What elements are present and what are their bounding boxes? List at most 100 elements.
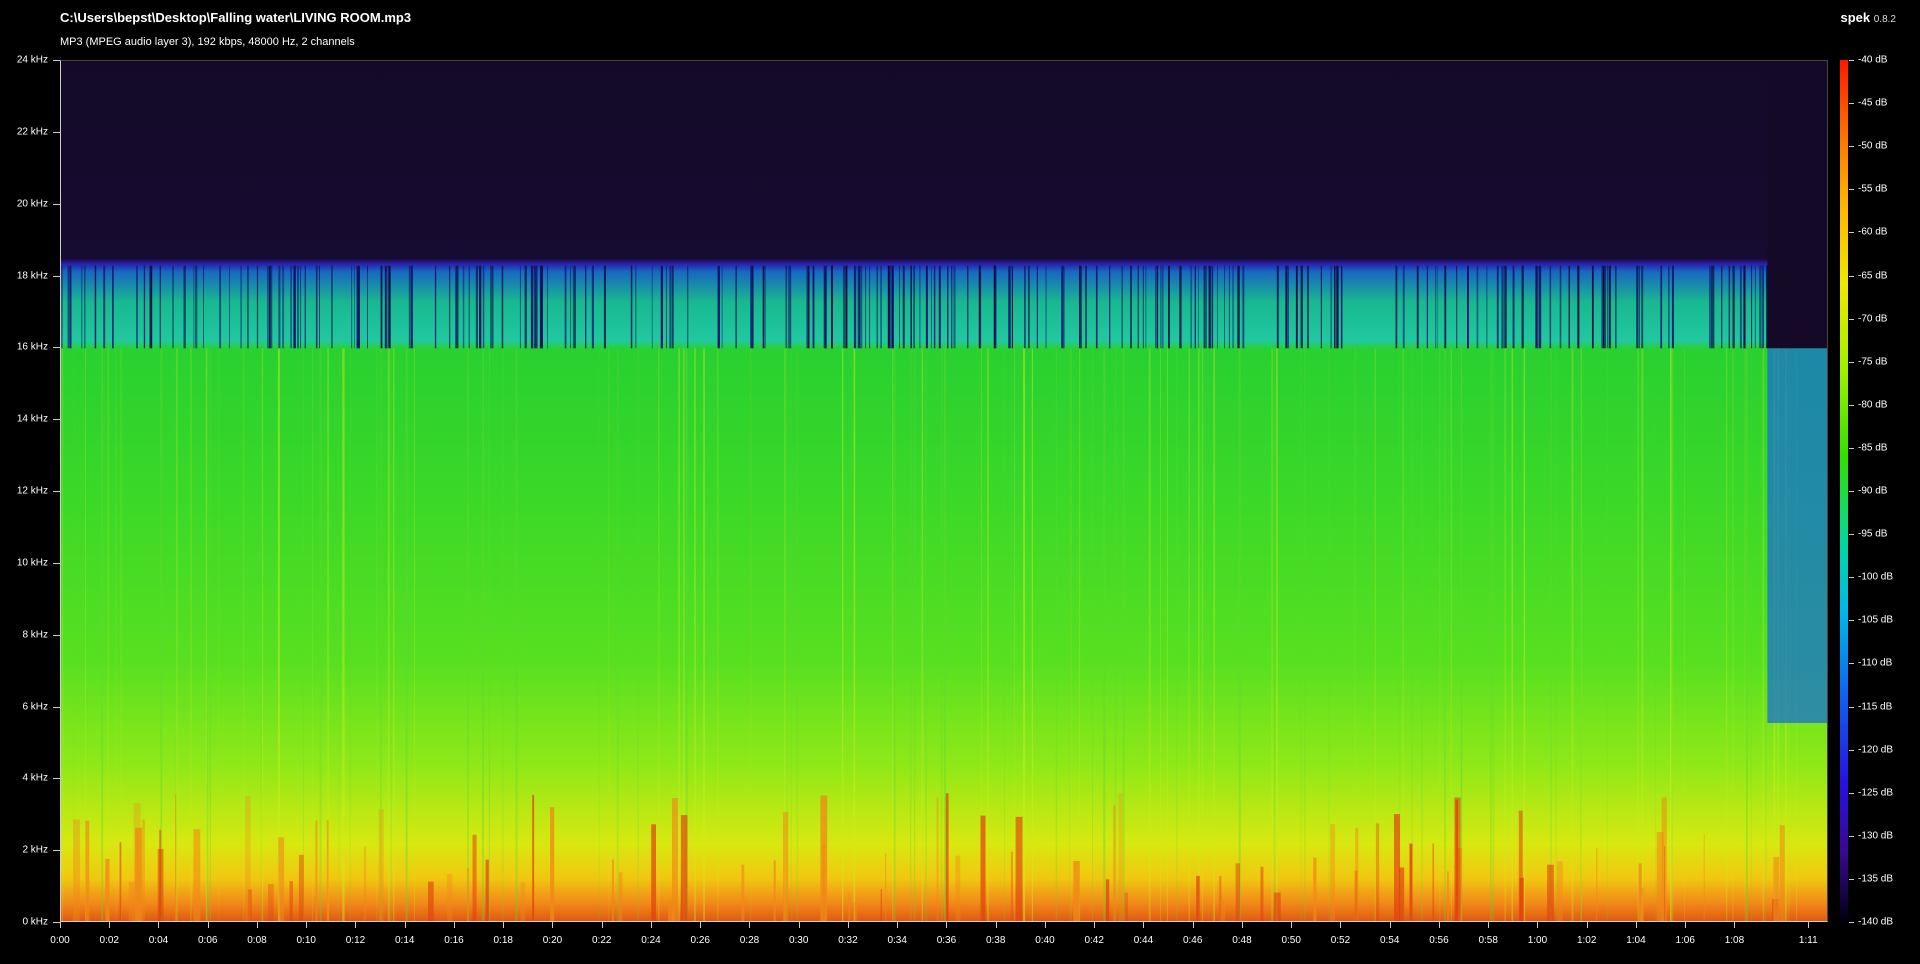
db-tick-label: -65 dB xyxy=(1858,270,1888,281)
band-dropout xyxy=(1751,265,1753,349)
transient-streak xyxy=(1023,348,1026,921)
band-dropout xyxy=(750,265,753,349)
time-tick-label: 0:24 xyxy=(641,935,661,946)
transient-streak xyxy=(209,348,211,921)
time-tick-mark xyxy=(503,922,505,928)
frequency-tick-mark xyxy=(53,203,60,205)
bass-hotspot xyxy=(105,858,110,921)
band-dropout xyxy=(1671,265,1674,349)
bass-hotspot xyxy=(680,815,688,921)
bass-hotspot xyxy=(245,796,251,921)
time-tick-mark xyxy=(60,922,61,928)
transient-streak xyxy=(342,348,345,921)
transient-streak xyxy=(260,348,262,921)
band-dropout xyxy=(603,265,606,349)
band-dropout xyxy=(1467,265,1469,349)
transient-streak xyxy=(1555,348,1558,921)
transient-streak xyxy=(608,348,610,921)
transient-streak xyxy=(1004,348,1005,921)
bass-hotspot xyxy=(1547,864,1554,921)
band-dropout xyxy=(902,265,904,349)
band-dropout xyxy=(1168,265,1170,349)
time-tick-label: 1:04 xyxy=(1626,935,1646,946)
db-tick-mark xyxy=(1849,922,1854,923)
time-tick-label: 0:26 xyxy=(690,935,710,946)
bass-hotspot xyxy=(1409,843,1413,921)
band-dropout xyxy=(1190,265,1192,349)
time-tick-mark xyxy=(1044,922,1046,928)
band-dropout xyxy=(1395,265,1398,349)
bass-hotspot xyxy=(447,874,453,921)
band-dropout xyxy=(1206,265,1207,349)
bass-hotspot xyxy=(278,837,285,921)
db-tick-label: -50 dB xyxy=(1858,140,1888,152)
transient-streak xyxy=(694,348,696,921)
transient-streak xyxy=(482,348,484,921)
bass-hotspot xyxy=(298,854,304,921)
db-tick-mark xyxy=(1849,792,1854,794)
time-tick-mark xyxy=(1389,922,1391,928)
band-dropout xyxy=(1142,265,1144,349)
db-tick-mark xyxy=(1849,663,1854,665)
band-dropout xyxy=(388,265,391,349)
frequency-tick-mark xyxy=(53,850,60,852)
transient-streak xyxy=(393,348,395,921)
time-tick-label: 1:08 xyxy=(1724,935,1745,946)
transient-streak xyxy=(1504,348,1506,921)
band-dropout xyxy=(1286,265,1289,349)
transient-streak xyxy=(1201,348,1204,921)
time-tick-label: 0:18 xyxy=(493,935,513,946)
band-dropout xyxy=(81,265,83,349)
transient-streak xyxy=(853,348,856,921)
transient-streak xyxy=(467,348,469,921)
time-tick-label: 1:02 xyxy=(1576,935,1597,946)
band-dropout xyxy=(764,265,766,349)
band-dropout xyxy=(938,265,941,349)
transient-streak xyxy=(1070,348,1072,921)
band-dropout xyxy=(159,265,161,349)
time-tick-label: 1:06 xyxy=(1675,935,1695,946)
frequency-tick-label: 0 kHz xyxy=(22,916,48,928)
frequency-tick-label: 6 kHz xyxy=(22,701,48,712)
time-tick-mark xyxy=(1537,922,1539,928)
band-dropout xyxy=(1208,265,1211,349)
transient-streak xyxy=(1276,348,1278,921)
time-tick-mark xyxy=(207,922,209,928)
frequency-tick-label: 24 kHz xyxy=(16,54,48,66)
transient-streak xyxy=(1069,348,1071,921)
band-dropout xyxy=(1638,265,1640,349)
transient-streak xyxy=(796,348,798,921)
band-dropout xyxy=(104,265,106,349)
band-dropout xyxy=(869,265,871,349)
time-tick-label: 0:58 xyxy=(1478,935,1498,946)
time-tick-label: 1:11 xyxy=(1798,935,1818,946)
band-dropout xyxy=(385,265,388,349)
transient-streak xyxy=(1523,348,1526,921)
time-tick-label: 0:54 xyxy=(1379,935,1400,946)
band-dropout xyxy=(812,265,815,349)
band-dropout xyxy=(574,265,576,349)
band-dropout xyxy=(1426,265,1428,349)
transient-streak xyxy=(637,348,639,921)
time-tick-label: 0:30 xyxy=(788,935,809,946)
bass-hotspot xyxy=(1273,892,1281,921)
band-dropout xyxy=(853,265,856,349)
bass-hotspot xyxy=(885,853,887,921)
band-dropout xyxy=(290,265,292,349)
transient-streak xyxy=(190,348,192,921)
time-tick-label: 0:48 xyxy=(1232,935,1252,946)
band-dropout xyxy=(1512,265,1515,349)
bass-hotspot xyxy=(1375,823,1380,921)
transient-streak xyxy=(1492,348,1495,921)
transient-streak xyxy=(910,348,912,921)
band-dropout xyxy=(380,265,383,349)
band-dropout xyxy=(408,265,411,349)
band-dropout xyxy=(1721,265,1723,349)
db-tick-label: -130 dB xyxy=(1858,830,1894,842)
bass-hotspot xyxy=(773,860,776,921)
band-dropout xyxy=(1228,265,1230,349)
band-dropout xyxy=(1709,265,1711,349)
time-tick-mark xyxy=(158,922,160,928)
band-dropout xyxy=(858,265,860,349)
transient-streak xyxy=(1304,348,1306,921)
